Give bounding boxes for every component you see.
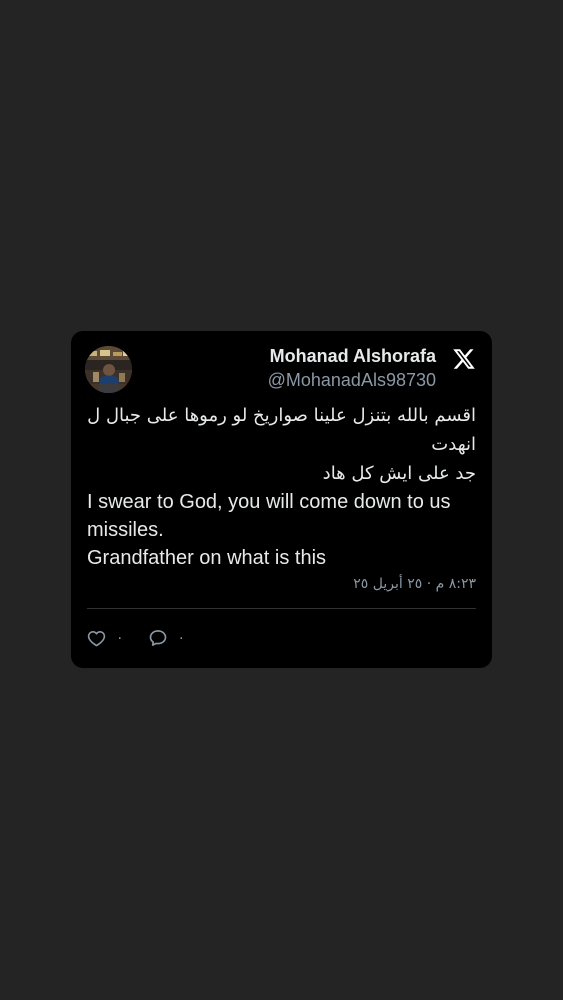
tweet-text-english-2: Grandfather on what is this (87, 547, 327, 569)
avatar-image (85, 346, 132, 393)
screen: Mohanad Alshorafa @MohanadAls98730 اقسم … (0, 0, 563, 1000)
tweet-timestamp[interactable]: ٨:٢٣ م · ٢٥ أبريل ٢٥ (353, 574, 476, 594)
author-handle[interactable]: @MohanadAls98730 (268, 368, 436, 392)
tweet-text-arabic-1: اقسم بالله بتنزل علينا صواريخ لو رموها ع… (87, 405, 476, 455)
tweet-body: اقسم بالله بتنزل علينا صواريخ لو رموها ع… (87, 401, 476, 572)
like-button[interactable]: ٠ (87, 629, 124, 648)
author-name[interactable]: Mohanad Alshorafa (268, 344, 436, 368)
divider (87, 608, 476, 609)
author-avatar[interactable] (85, 346, 132, 393)
heart-icon (87, 629, 106, 648)
like-count: ٠ (116, 630, 124, 646)
reply-count: ٠ (177, 630, 186, 646)
tweet-text-english-1: I swear to God, you will come down to us… (87, 491, 451, 541)
x-logo-icon[interactable] (452, 347, 476, 371)
reply-button[interactable]: ٠ (148, 628, 186, 648)
author-block[interactable]: Mohanad Alshorafa @MohanadAls98730 (268, 344, 436, 392)
tweet-card[interactable]: Mohanad Alshorafa @MohanadAls98730 اقسم … (71, 331, 492, 668)
tweet-text-arabic-2: جد على ايش كل هاد (322, 463, 476, 484)
reply-bubble-icon (148, 628, 168, 648)
tweet-actions: ٠ ٠ (87, 627, 209, 649)
